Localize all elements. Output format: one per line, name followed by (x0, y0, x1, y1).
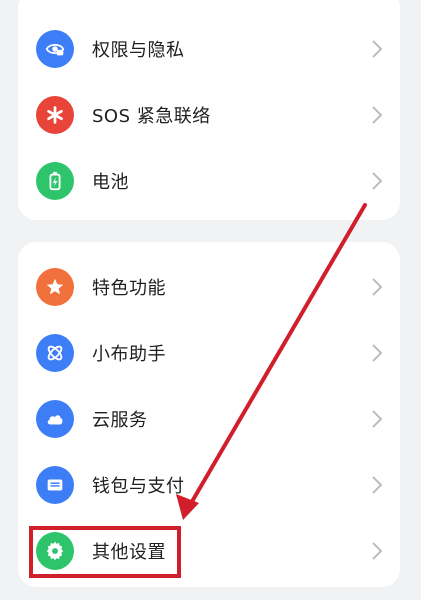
cloud-icon (36, 400, 74, 438)
settings-item-features[interactable]: 特色功能 (18, 254, 400, 320)
settings-item-sos[interactable]: SOS 紧急联络 (18, 82, 400, 148)
settings-group-bottom: 特色功能 小布助手 云服务 钱包与支付 其他设置 (18, 242, 400, 587)
chevron-right-icon (370, 408, 384, 430)
chevron-right-icon (370, 170, 384, 192)
settings-item-label: 小布助手 (92, 344, 166, 365)
chevron-right-icon (370, 276, 384, 298)
settings-item-label: 电池 (92, 172, 129, 193)
wallet-icon (36, 466, 74, 504)
settings-item-label: 特色功能 (92, 278, 166, 299)
settings-item-label: SOS 紧急联络 (92, 106, 211, 127)
sos-asterisk-icon (36, 96, 74, 134)
settings-item-label: 钱包与支付 (92, 476, 185, 497)
star-icon (36, 268, 74, 306)
settings-item-assistant[interactable]: 小布助手 (18, 320, 400, 386)
assistant-icon (36, 334, 74, 372)
settings-item-label: 其他设置 (92, 542, 166, 563)
settings-group-top: 权限与隐私 SOS 紧急联络 电池 (18, 0, 400, 220)
chevron-right-icon (370, 540, 384, 562)
battery-icon (36, 162, 74, 200)
chevron-right-icon (370, 104, 384, 126)
settings-item-label: 云服务 (92, 410, 148, 431)
settings-item-privacy[interactable]: 权限与隐私 (18, 16, 400, 82)
settings-item-wallet[interactable]: 钱包与支付 (18, 452, 400, 518)
gear-icon (36, 532, 74, 570)
settings-item-battery[interactable]: 电池 (18, 148, 400, 214)
chevron-right-icon (370, 342, 384, 364)
settings-item-other[interactable]: 其他设置 (18, 518, 400, 584)
settings-item-cloud[interactable]: 云服务 (18, 386, 400, 452)
privacy-shield-icon (36, 30, 74, 68)
chevron-right-icon (370, 474, 384, 496)
chevron-right-icon (370, 38, 384, 60)
settings-item-label: 权限与隐私 (92, 40, 185, 61)
